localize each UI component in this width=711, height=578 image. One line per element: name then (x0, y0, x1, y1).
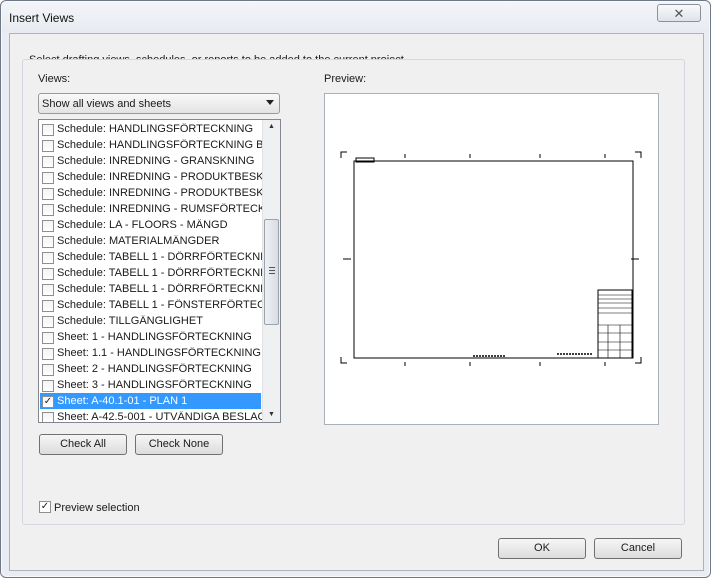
grid-ticks-top (404, 154, 606, 158)
list-item[interactable]: Schedule: LA - FLOORS - MÄNGD (40, 217, 261, 233)
list-item-label: Sheet: 1 - HANDLINGSFÖRTECKNING (57, 331, 252, 343)
check-all-button[interactable]: Check All (39, 434, 127, 455)
checkbox[interactable]: ✓ (42, 396, 54, 408)
grip-line (269, 267, 275, 268)
checkbox[interactable] (42, 316, 54, 328)
checkbox[interactable] (42, 300, 54, 312)
list-item[interactable]: Sheet: A-42.5-001 - UTVÄNDIGA BESLAGSI (40, 409, 262, 423)
list-item-label: Sheet: 3 - HANDLINGSFÖRTECKNING (57, 379, 252, 391)
scroll-up-icon[interactable]: ▲ (263, 120, 280, 134)
sheet-preview-drawing (340, 151, 642, 366)
checkbox[interactable] (42, 204, 54, 216)
chevron-down-icon (266, 100, 274, 105)
sheet-border (353, 160, 634, 359)
checkbox[interactable] (42, 236, 54, 248)
scroll-thumb[interactable] (264, 219, 279, 325)
grip-line (269, 270, 275, 271)
crop-mark-icon (340, 151, 347, 158)
preview-pane (324, 93, 659, 425)
crop-mark-icon (635, 357, 642, 364)
list-item-label: Sheet: 2 - HANDLINGSFÖRTECKNING (57, 363, 252, 375)
list-item[interactable]: Schedule: HANDLINGSFÖRTECKNING (40, 121, 261, 137)
views-filter-value: Show all views and sheets (42, 98, 172, 110)
list-item[interactable]: Schedule: TABELL 1 - DÖRRFÖRTECKNING (40, 265, 262, 281)
list-item[interactable]: Schedule: TABELL 1 - DÖRRFÖRTECKNING (40, 249, 262, 265)
list-item-label: Schedule: HANDLINGSFÖRTECKNING (57, 123, 254, 135)
list-item-label: Schedule: INREDNING - PRODUKTBESKRIVN (57, 187, 262, 199)
list-item-label: Schedule: MATERIALMÄNGDER (57, 235, 220, 247)
list-item-label: Sheet: 1.1 - HANDLINGSFÖRTECKNING (57, 347, 261, 359)
list-item[interactable]: Schedule: TILLGÄNGLIGHET (40, 313, 261, 329)
dialog-body: Select drafting views, schedules, or rep… (9, 33, 704, 571)
list-item-label: Schedule: INREDNING - PRODUKTBESKRIVN (57, 171, 262, 183)
checkbox[interactable] (42, 172, 54, 184)
preview-label: Preview: (324, 73, 367, 85)
title-bar: Insert Views ✕ (2, 2, 709, 32)
checkbox[interactable] (42, 124, 54, 136)
list-item[interactable]: Schedule: INREDNING - PRODUKTBESKRIVN (40, 185, 262, 201)
checkbox[interactable] (42, 268, 54, 280)
list-item[interactable]: Schedule: TABELL 1 - DÖRRFÖRTECKNING (40, 281, 262, 297)
grid-ticks-bottom (404, 362, 606, 366)
list-item[interactable]: ✓ Sheet: A-40.1-01 - PLAN 1 (40, 393, 261, 409)
list-item[interactable]: Sheet: 2 - HANDLINGSFÖRTECKNING (40, 361, 261, 377)
checkbox[interactable] (42, 380, 54, 392)
checkbox[interactable] (42, 188, 54, 200)
checkbox[interactable] (42, 332, 54, 344)
checkbox[interactable] (42, 252, 54, 264)
insert-views-dialog: Insert Views ✕ Select drafting views, sc… (0, 0, 711, 578)
list-item-label: Schedule: TABELL 1 - DÖRRFÖRTECKNING (57, 283, 262, 295)
title-block-lines (598, 294, 632, 358)
views-filter-dropdown[interactable]: Show all views and sheets (38, 93, 280, 114)
list-item-label: Schedule: HANDLINGSFÖRTECKNING BYGG (57, 139, 262, 151)
cancel-button[interactable]: Cancel (594, 538, 682, 559)
checkbox[interactable] (42, 156, 54, 168)
checkbox[interactable] (42, 364, 54, 376)
check-none-button[interactable]: Check None (135, 434, 223, 455)
checkbox[interactable] (42, 140, 54, 152)
dialog-title: Insert Views (9, 11, 75, 25)
preview-selection-checkbox[interactable]: ✓ (39, 501, 51, 513)
list-item-label: Schedule: INREDNING - RUMSFÖRTECKNIN (57, 203, 262, 215)
views-label: Views: (38, 73, 71, 85)
list-item-label: Schedule: TILLGÄNGLIGHET (57, 315, 203, 327)
list-item[interactable]: Schedule: INREDNING - RUMSFÖRTECKNIN (40, 201, 262, 217)
checkbox[interactable] (42, 220, 54, 232)
list-item[interactable]: Sheet: 1 - HANDLINGSFÖRTECKNING (40, 329, 261, 345)
checkbox[interactable] (42, 348, 54, 360)
list-item-label: Sheet: A-40.1-01 - PLAN 1 (57, 395, 188, 407)
crop-mark-icon (635, 151, 642, 158)
checkbox[interactable] (42, 412, 54, 422)
checkbox[interactable] (42, 284, 54, 296)
grip-line (269, 273, 275, 274)
list-scrollbar[interactable]: ▲ ▼ (262, 120, 280, 422)
close-icon: ✕ (673, 5, 685, 21)
list-item[interactable]: Sheet: 3 - HANDLINGSFÖRTECKNING (40, 377, 261, 393)
list-item-label: Schedule: LA - FLOORS - MÄNGD (57, 219, 228, 231)
list-item[interactable]: Schedule: MATERIALMÄNGDER (40, 233, 261, 249)
list-item[interactable]: Schedule: HANDLINGSFÖRTECKNING BYGG (40, 137, 262, 153)
list-item[interactable]: Schedule: TABELL 1 - FÖNSTERFÖRTECKNI (40, 297, 262, 313)
title-block (597, 289, 633, 359)
list-item-label: Schedule: TABELL 1 - DÖRRFÖRTECKNING (57, 251, 262, 263)
list-item-label: Schedule: TABELL 1 - FÖNSTERFÖRTECKNI (57, 299, 262, 311)
ok-button[interactable]: OK (498, 538, 586, 559)
check-icon: ✓ (40, 501, 50, 512)
list-item-label: Sheet: A-42.5-001 - UTVÄNDIGA BESLAGSI (57, 411, 262, 423)
list-item-label: Schedule: TABELL 1 - DÖRRFÖRTECKNING (57, 267, 262, 279)
views-list[interactable]: Schedule: HANDLINGSFÖRTECKNING Schedule: … (38, 119, 281, 423)
close-button[interactable]: ✕ (657, 4, 701, 22)
list-item[interactable]: Sheet: 1.1 - HANDLINGSFÖRTECKNING (40, 345, 261, 361)
list-item[interactable]: Schedule: INREDNING - GRANSKNING (40, 153, 261, 169)
preview-selection-label: Preview selection (54, 502, 140, 514)
list-item-label: Schedule: INREDNING - GRANSKNING (57, 155, 255, 167)
crop-mark-icon (340, 357, 347, 364)
scale-bar (473, 353, 593, 357)
list-item[interactable]: Schedule: INREDNING - PRODUKTBESKRIVN (40, 169, 262, 185)
scroll-down-icon[interactable]: ▼ (263, 408, 280, 422)
